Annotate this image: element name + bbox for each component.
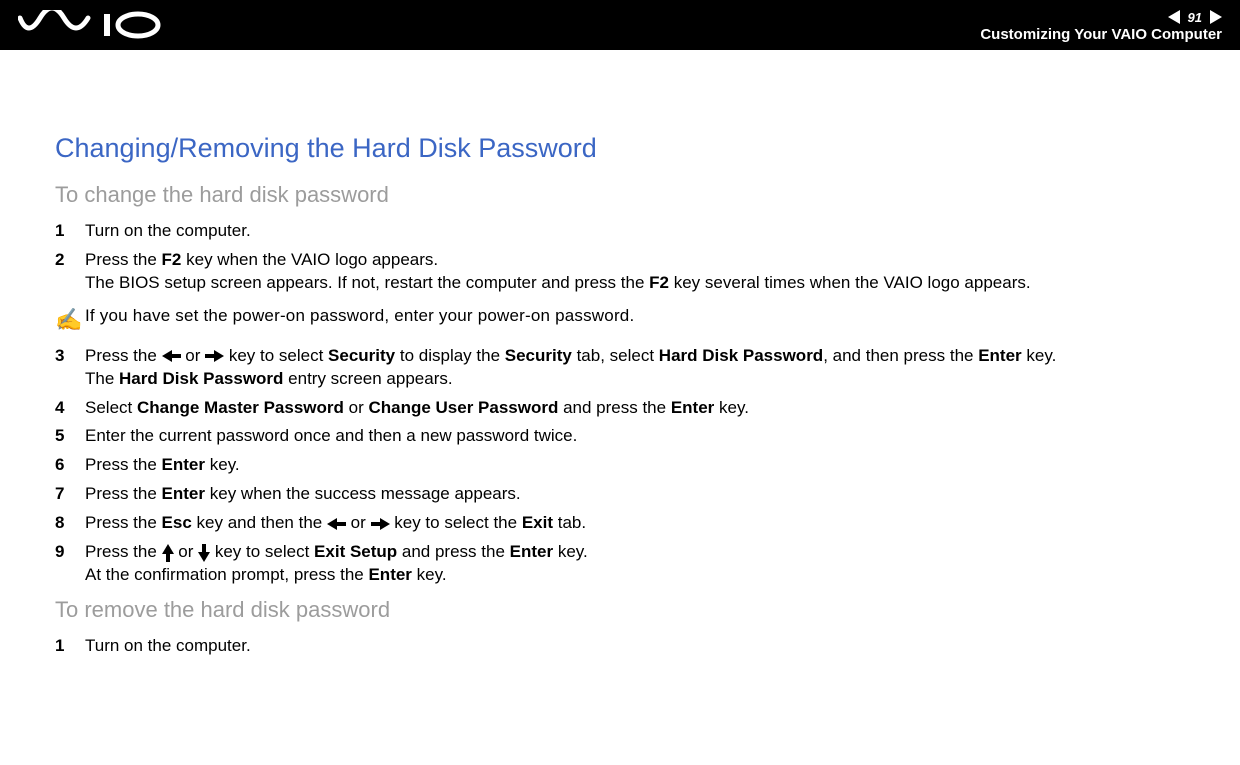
step-number: 6 [55,454,85,477]
arrow-up-icon [162,544,174,562]
step-4: 4 Select Change Master Password or Chang… [55,397,1185,420]
step-number: 1 [55,220,85,243]
page-title: Changing/Removing the Hard Disk Password [55,130,1185,166]
arrow-down-icon [198,544,210,562]
step-text: Press the Enter key. [85,454,1185,477]
arrow-right-icon [371,518,390,530]
step-7: 7 Press the Enter key when the success m… [55,483,1185,506]
step-1b: 1 Turn on the computer. [55,635,1185,658]
next-page-icon[interactable] [1210,10,1222,24]
step-number: 9 [55,541,85,587]
step-text: Turn on the computer. [85,635,1185,658]
step-5: 5 Enter the current password once and th… [55,425,1185,448]
subsection-2-title: To remove the hard disk password [55,595,1185,625]
step-number: 3 [55,345,85,391]
step-text: Press the Enter key when the success mes… [85,483,1185,506]
subsection-1-title: To change the hard disk password [55,180,1185,210]
step-6: 6 Press the Enter key. [55,454,1185,477]
step-number: 7 [55,483,85,506]
step-text: Press the or key to select Exit Setup an… [85,541,1185,587]
step-9: 9 Press the or key to select Exit Setup … [55,541,1185,587]
step-text: Press the or key to select Security to d… [85,345,1185,391]
step-1: 1 Turn on the computer. [55,220,1185,243]
page-header: 91 Customizing Your VAIO Computer [0,0,1240,50]
note-text: If you have set the power-on password, e… [85,305,634,335]
vaio-logo-svg [18,10,168,40]
step-text: Enter the current password once and then… [85,425,1185,448]
step-8: 8 Press the Esc key and then the or key … [55,512,1185,535]
step-text: Turn on the computer. [85,220,1185,243]
page-content: Changing/Removing the Hard Disk Password… [0,50,1240,658]
section-title: Customizing Your VAIO Computer [980,26,1222,43]
note-icon: ✍ [55,305,85,335]
prev-page-icon[interactable] [1168,10,1180,24]
vaio-logo [18,10,168,40]
step-number: 8 [55,512,85,535]
arrow-left-icon [162,350,181,362]
step-2: 2 Press the F2 key when the VAIO logo ap… [55,249,1185,295]
step-text: Press the F2 key when the VAIO logo appe… [85,249,1185,295]
step-number: 5 [55,425,85,448]
step-text: Press the Esc key and then the or key to… [85,512,1185,535]
arrow-left-icon [327,518,346,530]
step-text: Select Change Master Password or Change … [85,397,1185,420]
page-nav: 91 [980,8,1222,25]
arrow-right-icon [205,350,224,362]
step-number: 2 [55,249,85,295]
step-3: 3 Press the or key to select Security to… [55,345,1185,391]
step-number: 4 [55,397,85,420]
step-number: 1 [55,635,85,658]
page-number: 91 [1184,10,1206,25]
header-right: 91 Customizing Your VAIO Computer [980,8,1222,43]
note-callout: ✍ If you have set the power-on password,… [55,305,1185,335]
